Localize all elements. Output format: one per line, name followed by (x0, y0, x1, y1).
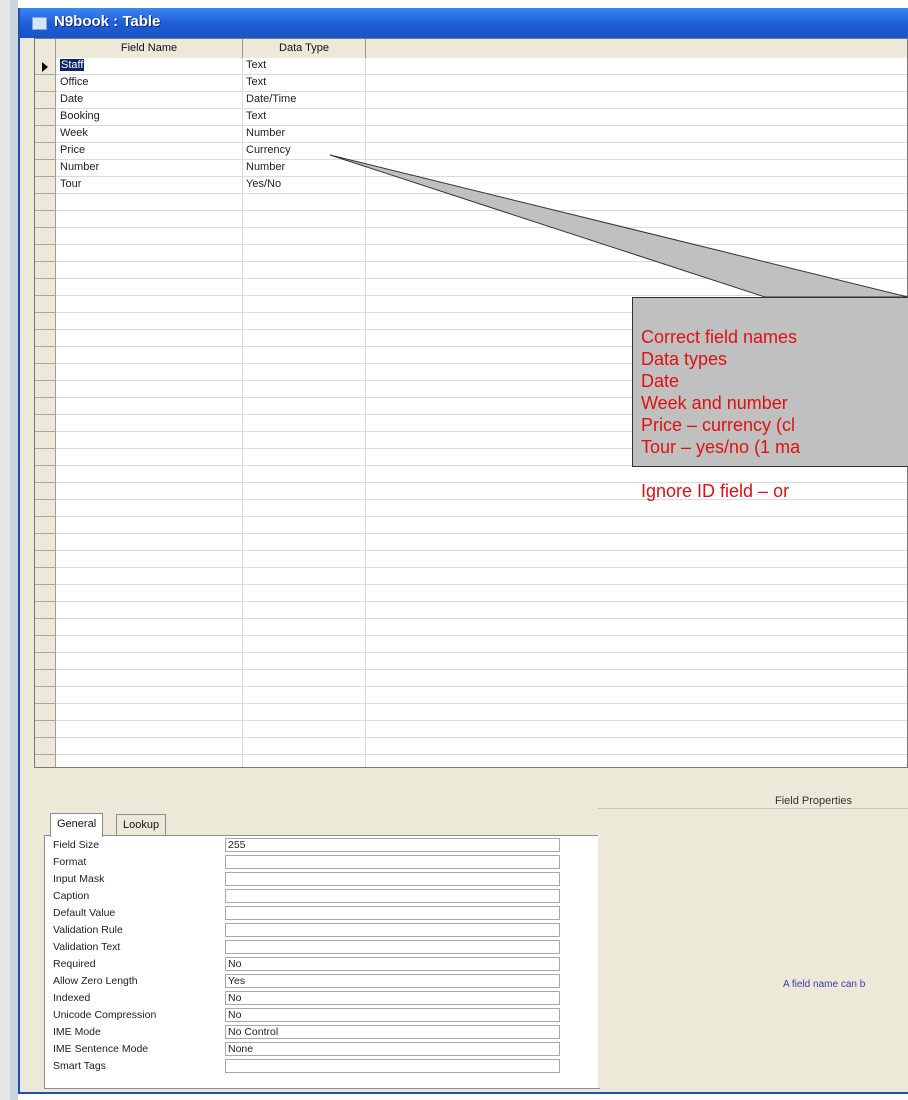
callout-line: Price – currency (cl (641, 415, 796, 435)
callout-pointer (329, 154, 908, 298)
callout-line (641, 458, 800, 480)
callout-line: Tour – yes/no (1 ma (641, 437, 801, 457)
tab-general[interactable]: General (50, 813, 104, 837)
callout-line: Week and number (641, 393, 788, 413)
callout-line: Date (641, 371, 680, 391)
callout-text: Correct field names Data types Date Week… (641, 326, 800, 502)
callout-line: Data types (641, 349, 728, 369)
callout-line: Ignore ID field – or (641, 481, 790, 501)
callout-line: Correct field names (641, 327, 798, 347)
annotation-callout: Correct field names Data types Date Week… (632, 297, 908, 501)
